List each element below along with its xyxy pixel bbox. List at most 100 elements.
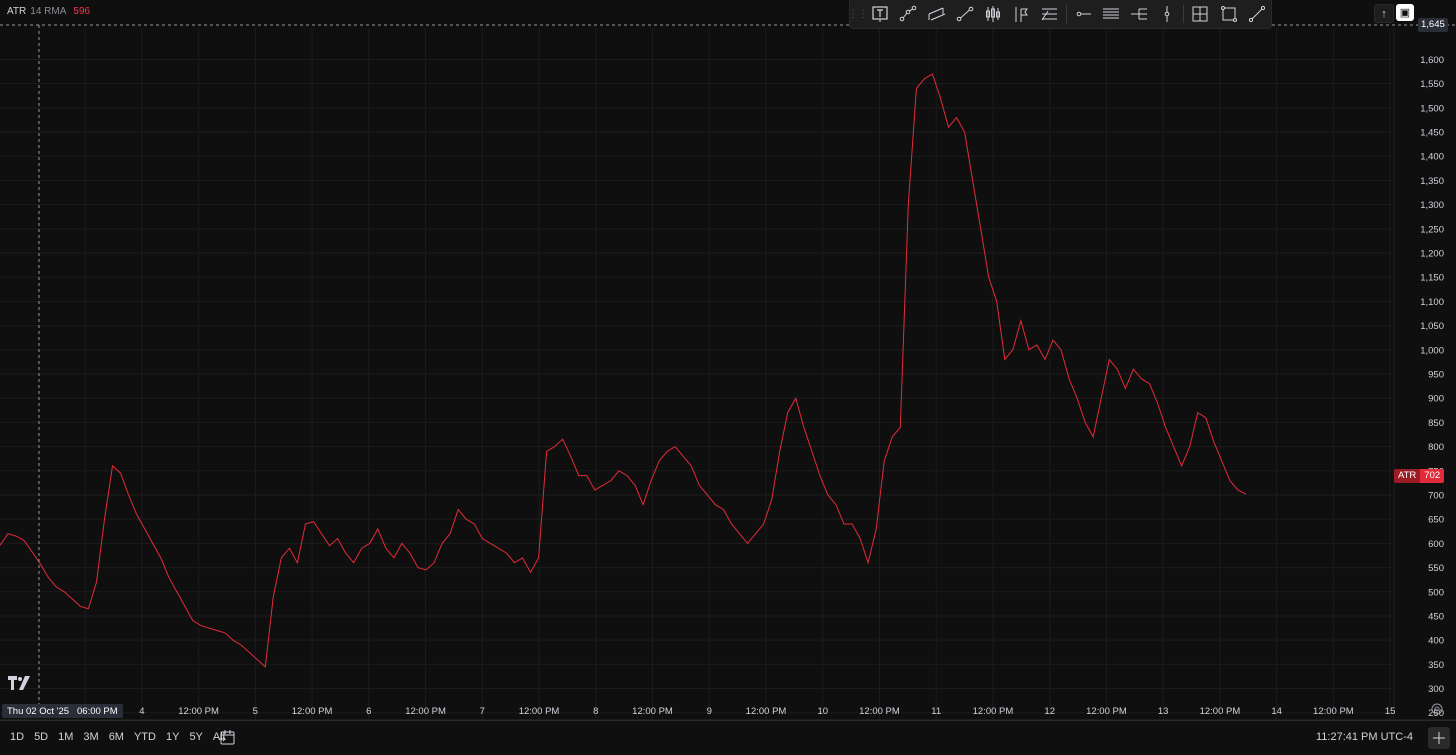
vertical-line-icon[interactable] — [1153, 2, 1181, 26]
toolbar-separator — [1183, 5, 1185, 23]
time-axis-labels: 4 12:00 PM 5 12:00 PM 6 12:00 PM 7 12:00 PM 8 12:… — [139, 706, 1395, 717]
x-tick-label: 9 — [707, 706, 712, 717]
time-range-buttons: 1D 5D 1M 3M 6M YTD 1Y 5Y All — [6, 731, 229, 743]
long-short-icon[interactable] — [979, 2, 1007, 26]
grid-lines — [0, 28, 1394, 720]
x-tick-label: 12:00 PM — [405, 706, 446, 717]
y-tick-label: 1,200 — [1420, 249, 1444, 260]
chart-mode-icon[interactable]: ▣ — [1396, 4, 1414, 21]
x-tick-label: 12:00 PM — [1200, 706, 1241, 717]
x-tick-label: 10 — [817, 706, 828, 717]
y-tick-label: 450 — [1428, 611, 1444, 622]
x-tick-label: 11 — [931, 706, 941, 717]
crosshair-date: Thu 02 Oct '25 — [7, 705, 70, 717]
x-tick-label: 13 — [1158, 706, 1169, 717]
horizontal-lines-icon[interactable] — [1097, 2, 1125, 26]
x-tick-label: 12 — [1044, 706, 1055, 717]
chart-pane[interactable]: 2503003504004505005506006507007508008509… — [0, 0, 1456, 755]
text-tool-icon[interactable] — [866, 2, 894, 26]
x-tick-label: 12:00 PM — [973, 706, 1014, 717]
arrow-up-icon[interactable]: ↑ — [1374, 4, 1394, 23]
last-value-tag: ATR 702 — [1394, 469, 1445, 483]
range-button-3m[interactable]: 3M — [79, 731, 102, 743]
range-button-6m[interactable]: 6M — [105, 731, 128, 743]
y-tick-label: 650 — [1428, 515, 1444, 526]
x-tick-label: 5 — [253, 706, 258, 717]
toolbar-separator — [1065, 5, 1067, 23]
y-tick-label: 1,050 — [1420, 321, 1444, 332]
crosshair-time: 06:00 PM — [77, 705, 118, 717]
price-axis-labels: 2503003504004505005506006507007508008509… — [1420, 55, 1444, 719]
y-tick-label: 850 — [1428, 418, 1444, 429]
flag-icon[interactable] — [1007, 2, 1035, 26]
trend-line-icon[interactable] — [951, 2, 979, 26]
x-tick-label: 12:00 PM — [746, 706, 787, 717]
y-tick-label: 600 — [1428, 539, 1444, 550]
crosshair-box-icon[interactable] — [1186, 2, 1214, 26]
settings-icon[interactable] — [1430, 702, 1444, 716]
line-tool-icon[interactable] — [1243, 2, 1271, 26]
y-tick-label: 1,600 — [1420, 55, 1444, 66]
y-tick-label: 800 — [1428, 442, 1444, 453]
x-tick-label: 12:00 PM — [1086, 706, 1127, 717]
rectangle-icon[interactable] — [1215, 2, 1243, 26]
clock-timezone[interactable]: 11:27:41 PM UTC-4 — [1316, 731, 1413, 743]
y-tick-label: 1,250 — [1420, 224, 1444, 235]
x-tick-label: 7 — [480, 706, 485, 717]
last-value-name: ATR — [1394, 469, 1421, 483]
chart-canvas[interactable]: 2503003504004505005506006507007508008509… — [0, 0, 1456, 754]
range-button-5d[interactable]: 5D — [30, 731, 52, 743]
atr-series-line — [0, 73, 1247, 668]
legend-value: 596 — [73, 6, 91, 17]
y-tick-label: 1,100 — [1420, 297, 1444, 308]
range-button-1m[interactable]: 1M — [54, 731, 77, 743]
x-tick-label: 14 — [1271, 706, 1282, 717]
x-tick-label: 15 — [1385, 706, 1396, 717]
horizontal-ray-icon[interactable] — [1069, 2, 1097, 26]
drawing-toolbar: ⋮⋮ — [848, 0, 1272, 29]
last-value-number: 702 — [1420, 469, 1445, 483]
y-tick-label: 1,000 — [1420, 345, 1444, 356]
indicator-legend[interactable]: ATR 14 RMA 596 — [7, 6, 90, 17]
tradingview-logo[interactable] — [8, 676, 32, 695]
y-tick-label: 1,150 — [1420, 273, 1444, 284]
y-tick-label: 1,500 — [1420, 103, 1444, 114]
x-tick-label: 12:00 PM — [859, 706, 900, 717]
path-icon[interactable] — [894, 2, 922, 26]
bottom-toolbar: 1D 5D 1M 3M 6M YTD 1Y 5Y All 11:27:41 PM UTC-4 — [0, 720, 1456, 755]
x-tick-label: 8 — [593, 706, 598, 717]
fib-retracement-icon[interactable] — [1035, 2, 1063, 26]
y-tick-label: 550 — [1428, 563, 1444, 574]
price-marker-tag: 1,645 — [1418, 18, 1448, 32]
y-tick-label: 300 — [1428, 684, 1444, 695]
y-tick-label: 900 — [1428, 394, 1444, 405]
y-tick-label: 700 — [1428, 490, 1444, 501]
crosshair-mode-icon[interactable] — [1428, 727, 1450, 749]
x-tick-label: 4 — [139, 706, 144, 717]
pitchfork-icon[interactable] — [1125, 2, 1153, 26]
y-tick-label: 1,550 — [1420, 79, 1444, 90]
y-tick-label: 950 — [1428, 370, 1444, 381]
y-tick-label: 400 — [1428, 636, 1444, 647]
legend-params: 14 RMA — [30, 6, 67, 17]
y-tick-label: 350 — [1428, 660, 1444, 671]
x-tick-label: 12:00 PM — [292, 706, 333, 717]
range-button-1d[interactable]: 1D — [6, 731, 28, 743]
y-tick-label: 1,450 — [1420, 128, 1444, 139]
range-button-1y[interactable]: 1Y — [162, 731, 183, 743]
legend-name: ATR — [7, 6, 27, 17]
drag-handle-icon[interactable]: ⋮⋮ — [848, 0, 868, 28]
parallel-channel-icon[interactable] — [922, 2, 950, 26]
y-tick-label: 500 — [1428, 587, 1444, 598]
y-tick-label: 1,300 — [1420, 200, 1444, 211]
range-button-ytd[interactable]: YTD — [130, 731, 160, 743]
x-tick-label: 12:00 PM — [1313, 706, 1354, 717]
x-tick-label: 12:00 PM — [632, 706, 673, 717]
y-tick-label: 1,400 — [1420, 152, 1444, 163]
x-tick-label: 12:00 PM — [178, 706, 219, 717]
range-button-5y[interactable]: 5Y — [185, 731, 206, 743]
crosshair-time-tag: Thu 02 Oct '25 06:00 PM — [2, 704, 123, 718]
x-tick-label: 6 — [366, 706, 371, 717]
go-to-date-icon[interactable] — [218, 728, 238, 748]
x-tick-label: 12:00 PM — [519, 706, 560, 717]
